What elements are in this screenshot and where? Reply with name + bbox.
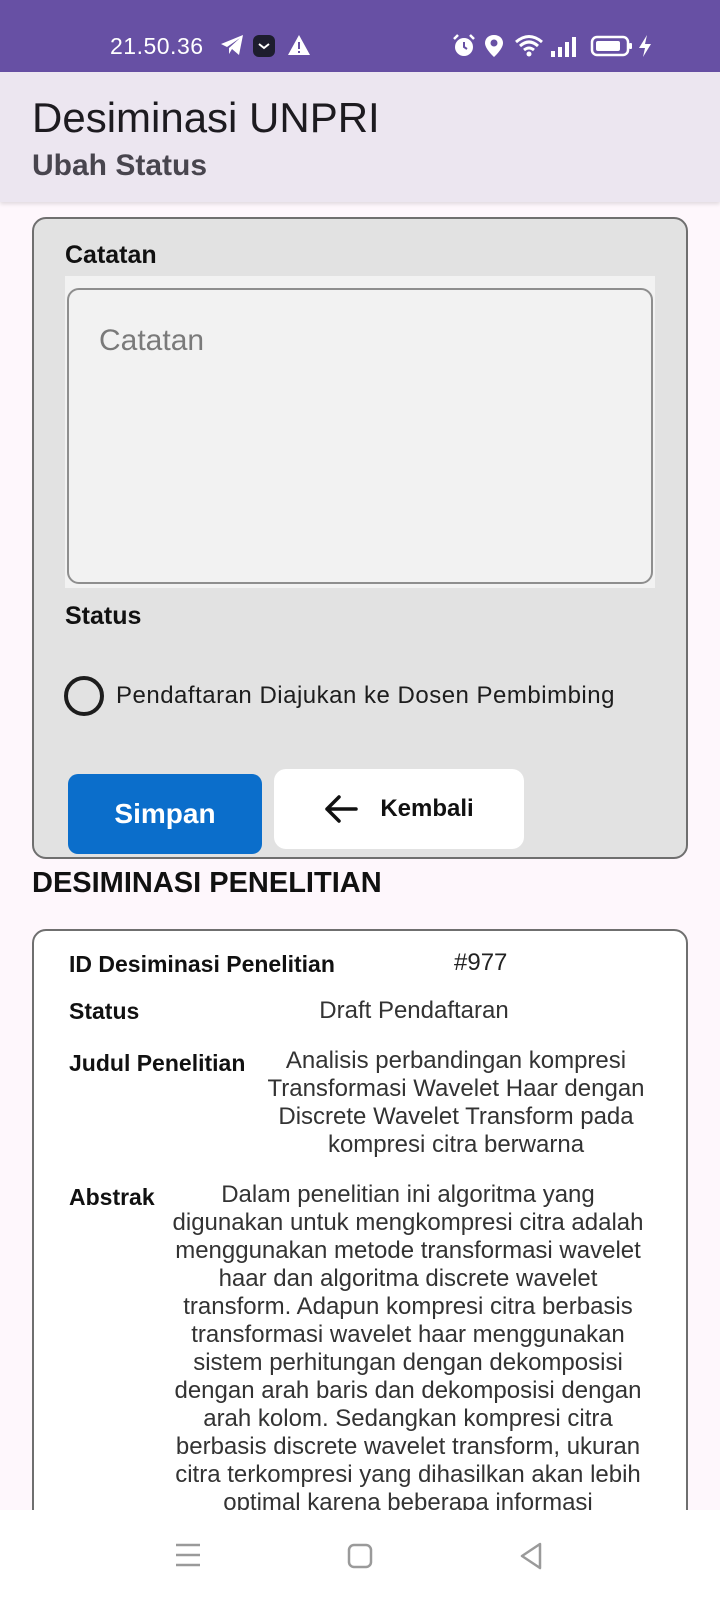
status-radio-button[interactable]	[64, 676, 104, 716]
catatan-label: Catatan	[65, 241, 157, 269]
status-time: 21.50.36	[110, 33, 204, 59]
back-icon[interactable]	[518, 1541, 544, 1571]
section-title: DESIMINASI PENELITIAN	[32, 867, 382, 899]
judul-label: Judul Penelitian	[69, 1050, 246, 1076]
status-option-row[interactable]: Pendaftaran Diajukan ke Dosen Pembimbing	[64, 674, 615, 718]
battery-icon	[590, 35, 632, 57]
clock-app-icon	[253, 35, 275, 57]
charging-icon	[639, 35, 651, 57]
location-icon	[485, 35, 503, 57]
menu-icon[interactable]	[174, 1542, 202, 1568]
back-button-label: Kembali	[380, 795, 474, 822]
catatan-textarea[interactable]	[67, 288, 653, 584]
telegram-icon	[221, 35, 243, 55]
page-subtitle: Ubah Status	[32, 149, 208, 182]
id-label: ID Desiminasi Penelitian	[69, 951, 335, 977]
navigation-bar	[0, 1510, 720, 1600]
abstrak-value: Dalam penelitian ini algoritma yang digu…	[172, 1181, 644, 1516]
detail-card: ID Desiminasi Penelitian #977 Status Dra…	[32, 929, 688, 1569]
catatan-field-container	[65, 276, 655, 588]
app-title: Desiminasi UNPRI	[32, 94, 380, 141]
wifi-icon	[515, 35, 543, 57]
judul-value: Analisis perbandingan kompresi Transform…	[267, 1047, 645, 1158]
status-bar: 21.50.36	[0, 0, 720, 72]
back-button[interactable]: Kembali	[274, 769, 524, 849]
status-detail-value: Draft Pendaftaran	[319, 997, 509, 1024]
status-label: Status	[65, 602, 142, 630]
arrow-left-icon	[325, 795, 359, 823]
status-form-card: Catatan Status Pendaftaran Diajukan ke D…	[32, 217, 688, 859]
home-icon[interactable]	[346, 1542, 374, 1570]
status-detail-label: Status	[69, 998, 140, 1024]
save-button[interactable]: Simpan	[68, 774, 262, 854]
alarm-icon	[453, 34, 475, 56]
app-bar: Desiminasi UNPRI Ubah Status	[0, 72, 720, 202]
status-option-label[interactable]: Pendaftaran Diajukan ke Dosen Pembimbing	[116, 682, 615, 710]
abstrak-label: Abstrak	[69, 1184, 155, 1210]
id-value: #977	[454, 949, 508, 976]
save-button-label: Simpan	[114, 798, 216, 829]
signal-icon	[551, 37, 576, 57]
warning-icon	[288, 35, 310, 55]
